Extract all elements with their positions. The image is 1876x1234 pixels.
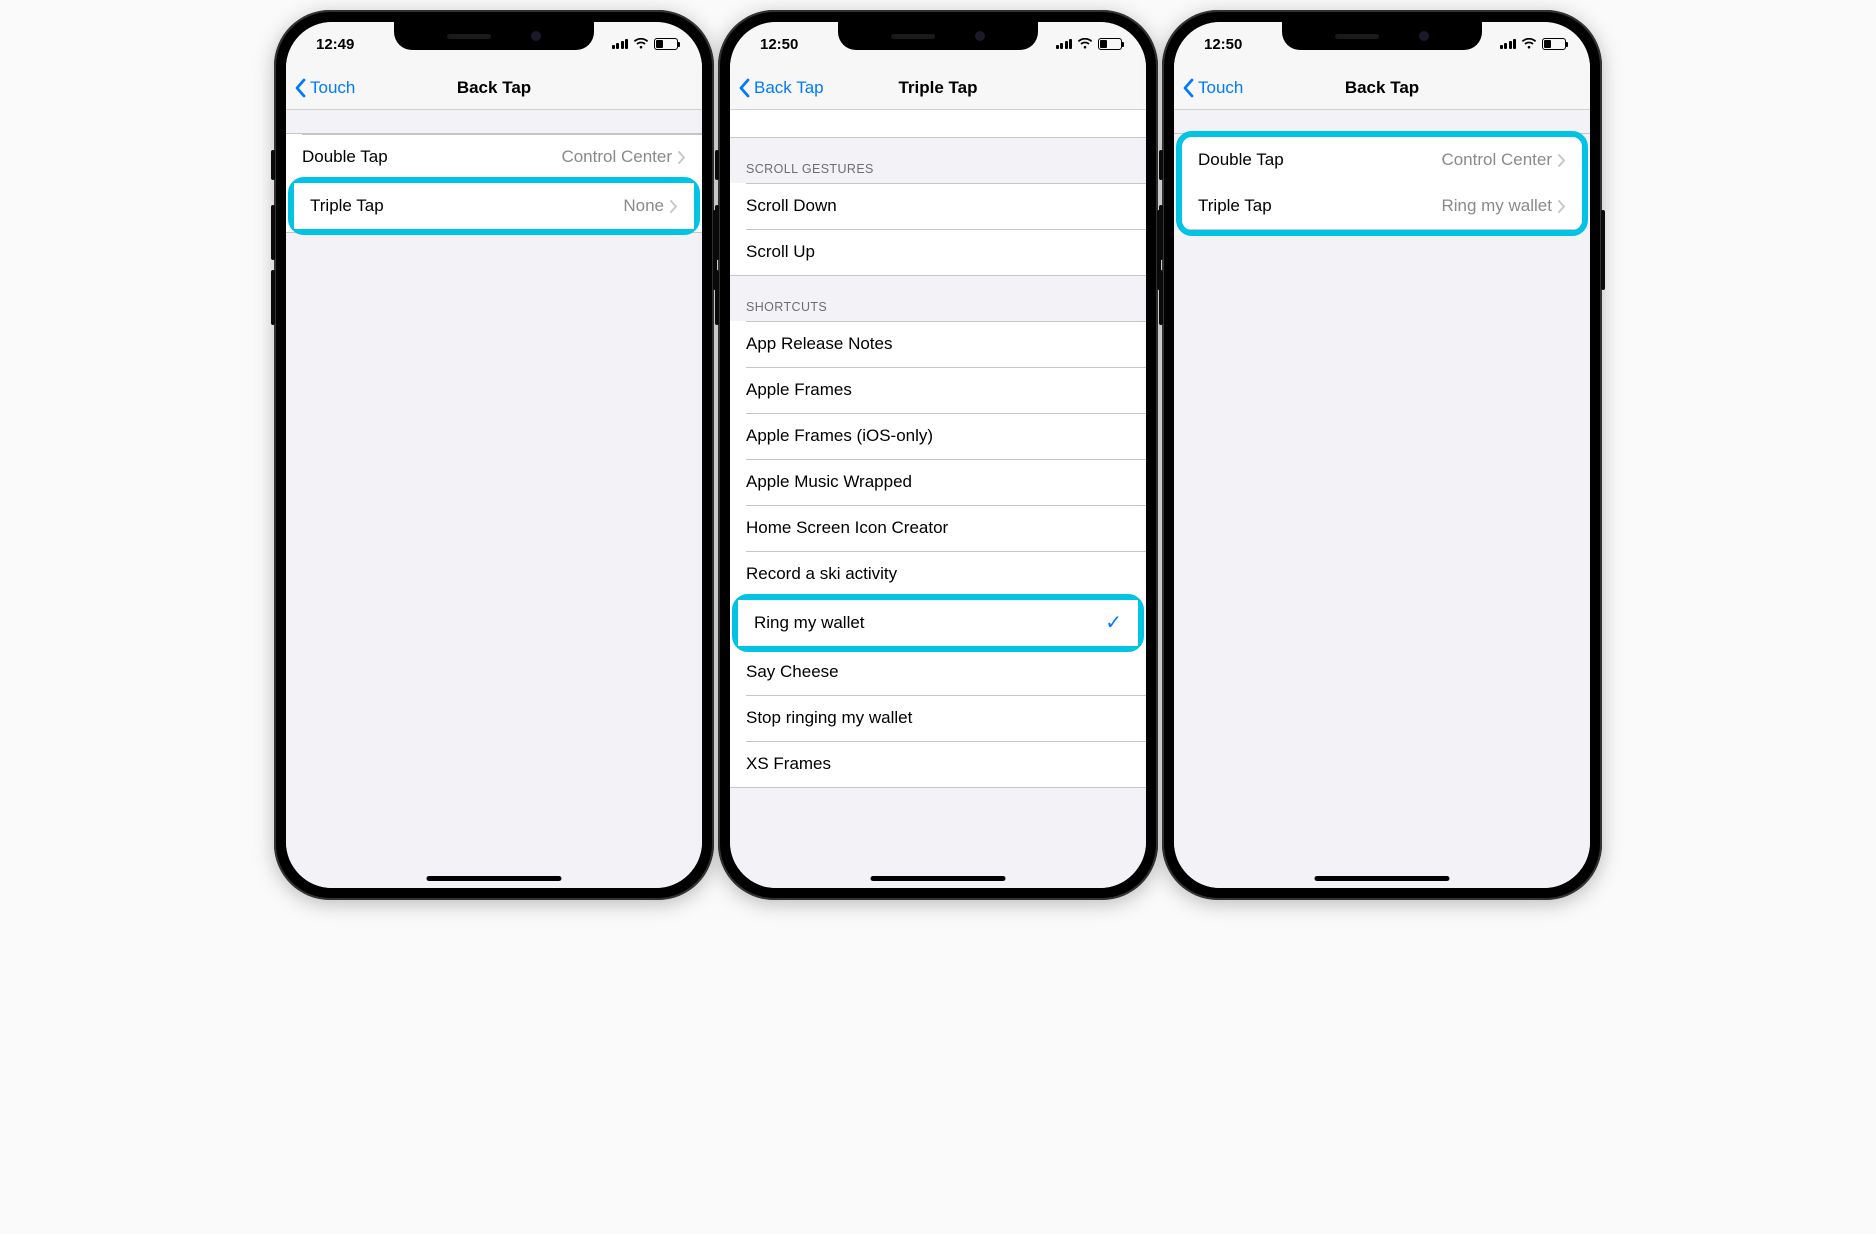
double-tap-row[interactable]: Double Tap Control Center	[1182, 137, 1582, 183]
battery-icon	[654, 38, 678, 50]
chevron-right-icon	[1558, 154, 1566, 167]
shortcut-row[interactable]: Apple Frames	[730, 367, 1146, 413]
highlight-ring-my-wallet: Ring my wallet ✓	[732, 594, 1144, 652]
highlight-triple-tap: Triple Tap None	[288, 177, 700, 235]
home-indicator[interactable]	[1315, 876, 1450, 881]
shortcut-row[interactable]: Record a ski activity	[730, 551, 1146, 597]
nav-bar: Back Tap Triple Tap	[730, 66, 1146, 110]
wifi-icon	[1077, 38, 1093, 50]
back-button[interactable]: Back Tap	[730, 78, 824, 98]
back-label: Touch	[310, 78, 355, 98]
shortcut-row[interactable]: Home Screen Icon Creator	[730, 505, 1146, 551]
partial-row-zoom[interactable]: Zoom	[730, 110, 1146, 138]
scroll-up-row[interactable]: Scroll Up	[730, 229, 1146, 275]
checkmark-icon: ✓	[1105, 610, 1122, 635]
highlight-both-rows: Double Tap Control Center Triple Tap Rin…	[1176, 131, 1588, 236]
triple-tap-row[interactable]: Triple Tap None	[294, 183, 694, 229]
cellular-icon	[1500, 39, 1517, 49]
chevron-left-icon	[1182, 78, 1194, 98]
status-time: 12:49	[316, 36, 396, 53]
wifi-icon	[1521, 38, 1537, 50]
shortcut-row[interactable]: XS Frames	[730, 741, 1146, 787]
row-label: Double Tap	[302, 147, 388, 167]
back-label: Back Tap	[754, 78, 824, 98]
home-indicator[interactable]	[427, 876, 562, 881]
shortcut-row-selected[interactable]: Ring my wallet ✓	[738, 600, 1138, 646]
row-value: Control Center	[561, 147, 672, 167]
section-header-shortcuts: SHORTCUTS	[730, 276, 1146, 321]
shortcut-row[interactable]: Say Cheese	[730, 649, 1146, 695]
nav-bar: Touch Back Tap	[1174, 66, 1590, 110]
row-label: Double Tap	[1198, 150, 1284, 170]
chevron-left-icon	[294, 78, 306, 98]
triple-tap-row[interactable]: Triple Tap Ring my wallet	[1182, 183, 1582, 229]
chevron-left-icon	[738, 78, 750, 98]
back-button[interactable]: Touch	[286, 78, 355, 98]
status-time: 12:50	[1204, 36, 1284, 53]
shortcut-row[interactable]: Apple Frames (iOS-only)	[730, 413, 1146, 459]
row-label: Triple Tap	[310, 196, 384, 216]
row-value: None	[623, 196, 664, 216]
shortcut-row[interactable]: Stop ringing my wallet	[730, 695, 1146, 741]
shortcut-row[interactable]: Apple Music Wrapped	[730, 459, 1146, 505]
cellular-icon	[612, 39, 629, 49]
battery-icon	[1542, 38, 1566, 50]
back-label: Touch	[1198, 78, 1243, 98]
back-button[interactable]: Touch	[1174, 78, 1243, 98]
status-time: 12:50	[760, 36, 840, 53]
phone-frame-1: 12:49 Touch Back Tap Double Tap Control …	[274, 10, 714, 900]
phone-frame-3: 12:50 Touch Back Tap Double Tap	[1162, 10, 1602, 900]
section-header-scroll: SCROLL GESTURES	[730, 138, 1146, 183]
wifi-icon	[633, 38, 649, 50]
chevron-right-icon	[670, 200, 678, 213]
shortcut-row[interactable]: App Release Notes	[730, 321, 1146, 367]
scroll-down-row[interactable]: Scroll Down	[730, 183, 1146, 229]
chevron-right-icon	[678, 151, 686, 164]
row-value: Ring my wallet	[1441, 196, 1552, 216]
phone-frame-2: 12:50 Back Tap Triple Tap Zoom SCROLL GE…	[718, 10, 1158, 900]
row-value: Control Center	[1441, 150, 1552, 170]
battery-icon	[1098, 38, 1122, 50]
double-tap-row[interactable]: Double Tap Control Center	[286, 134, 702, 180]
cellular-icon	[1056, 39, 1073, 49]
home-indicator[interactable]	[871, 876, 1006, 881]
chevron-right-icon	[1558, 200, 1566, 213]
scrollable-content[interactable]: Zoom SCROLL GESTURES Scroll Down Scroll …	[730, 110, 1146, 888]
nav-bar: Touch Back Tap	[286, 66, 702, 110]
row-label: Triple Tap	[1198, 196, 1272, 216]
